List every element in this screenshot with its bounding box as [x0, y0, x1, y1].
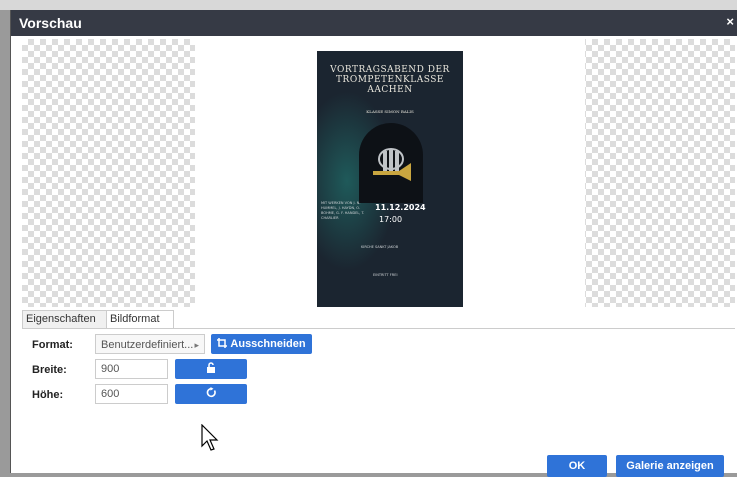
tab-eigenschaften[interactable]: Eigenschaften [22, 310, 110, 328]
format-select-value: Benutzerdefiniert... [101, 339, 194, 351]
poster-title: VORTRAGSABEND DER TROMPETENKLASSE AACHEN [330, 65, 450, 95]
ok-button[interactable]: OK [547, 455, 607, 477]
preview-dialog: Vorschau × VORTRAGSABEND DER TROMPETENKL… [10, 10, 737, 477]
height-input[interactable] [95, 384, 168, 404]
bildformat-panel: Format: Benutzerdefiniert... ▸ Ausschnei… [22, 328, 735, 477]
dialog-title: Vorschau [19, 15, 82, 31]
trumpet-icon [373, 148, 411, 181]
poster-subtitle: KLASSE SIMON BALIS [366, 109, 414, 114]
dialog-titlebar[interactable]: Vorschau × [11, 10, 737, 36]
mouse-pointer-icon [201, 424, 219, 451]
unlock-icon [207, 362, 215, 373]
width-label: Breite: [32, 364, 67, 376]
crop-button-label: Ausschneiden [230, 338, 306, 350]
close-icon[interactable]: × [726, 14, 734, 29]
poster-entry: EINTRITT FREI [373, 273, 398, 277]
gallery-button[interactable]: Galerie anzeigen [616, 455, 724, 477]
crop-button[interactable]: Ausschneiden [211, 334, 312, 354]
poster-time: 17:00 [379, 215, 403, 224]
format-select[interactable]: Benutzerdefiniert... ▸ [95, 334, 205, 354]
poster-venue: KIRCHE SANKT JAKOB [361, 245, 399, 249]
poster-performers: MIT WERKEN VON J. N. HUMMEL, J. HAYDN, O… [321, 201, 365, 220]
height-label: Höhe: [32, 389, 64, 401]
rotate-icon [206, 387, 216, 398]
width-input[interactable] [95, 359, 168, 379]
format-label: Format: [32, 339, 73, 351]
image-preview-area: VORTRAGSABEND DER TROMPETENKLASSE AACHEN… [22, 39, 735, 307]
background-strip [0, 0, 737, 10]
reset-size-button[interactable] [175, 384, 247, 404]
lock-aspect-button[interactable] [175, 359, 247, 379]
tab-bildformat[interactable]: Bildformat [106, 310, 174, 328]
crop-icon [217, 338, 228, 348]
poster-image: VORTRAGSABEND DER TROMPETENKLASSE AACHEN… [317, 51, 463, 307]
poster-date: 11.12.2024 [375, 203, 426, 212]
chevron-right-icon: ▸ [194, 340, 199, 350]
